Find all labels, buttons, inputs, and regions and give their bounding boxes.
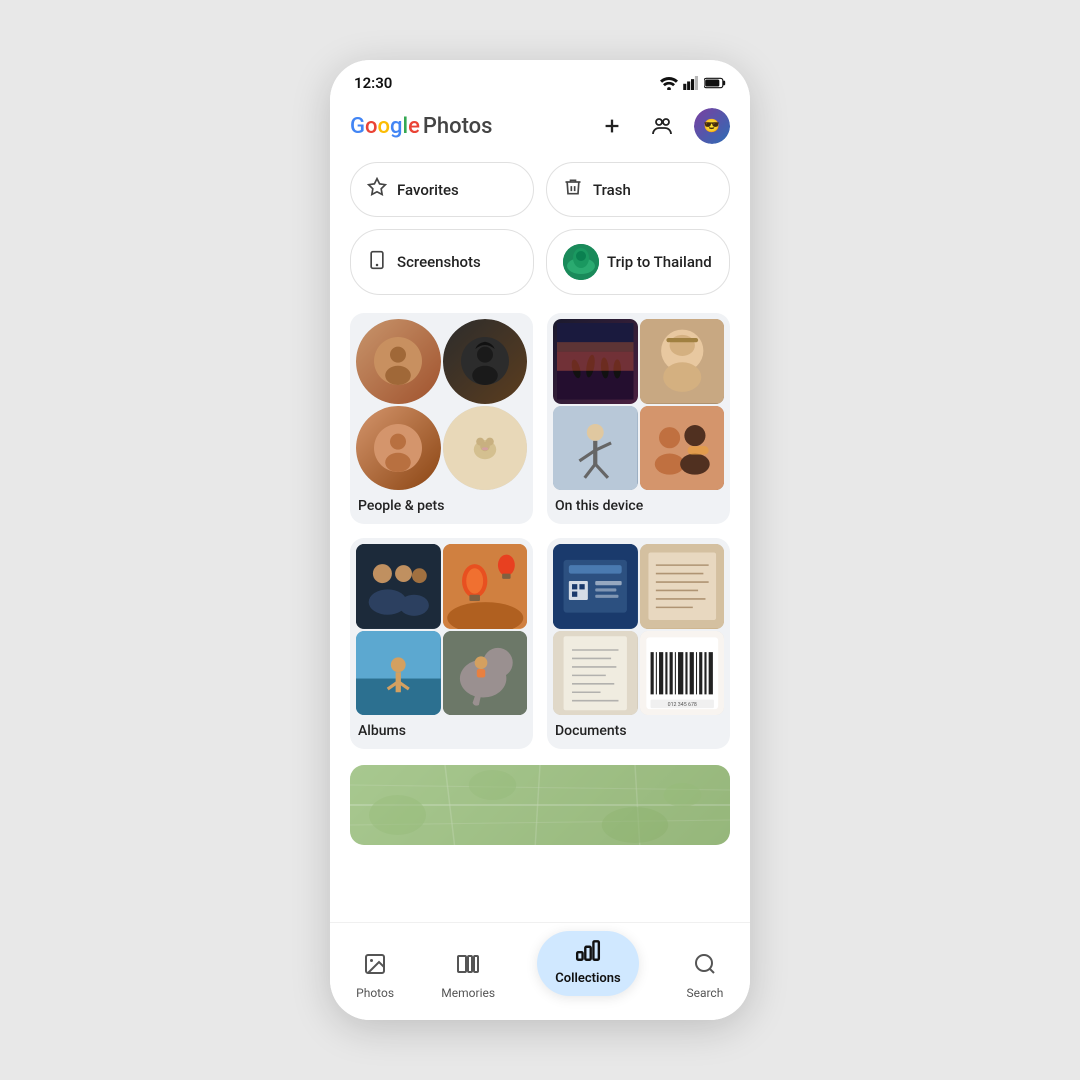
add-button[interactable] <box>594 108 630 144</box>
shared-albums-icon <box>650 114 674 138</box>
doc-photo-4: 012 345 678 <box>640 631 725 716</box>
on-this-device-card[interactable]: On this device <box>547 313 730 524</box>
main-content: Favorites Trash <box>330 154 750 922</box>
device-photo-2 <box>640 319 725 404</box>
doc-photo-3 <box>553 631 638 716</box>
screenshots-icon <box>367 250 387 275</box>
screenshots-button[interactable]: Screenshots <box>350 229 534 295</box>
trash-label: Trash <box>593 181 631 199</box>
collections-nav-icon <box>575 937 601 969</box>
person-photo-3 <box>356 406 441 491</box>
people-pets-photos <box>350 313 533 490</box>
device-photo-4 <box>640 406 725 491</box>
nav-collections[interactable]: Collections <box>521 931 654 1004</box>
add-icon <box>601 115 623 137</box>
trip-thumbnail <box>563 244 599 280</box>
memories-nav-label: Memories <box>441 986 495 1000</box>
favorites-label: Favorites <box>397 181 459 199</box>
header-actions: 😎 <box>594 108 730 144</box>
screenshots-label: Screenshots <box>397 253 481 271</box>
documents-photos: 012 345 678 <box>547 538 730 715</box>
shared-albums-button[interactable] <box>644 108 680 144</box>
on-this-device-photos <box>547 313 730 490</box>
wifi-icon <box>660 76 678 90</box>
photos-nav-icon <box>363 952 387 982</box>
collections-bubble: Collections <box>537 931 638 996</box>
phone-shell: 12:30 G <box>330 60 750 1020</box>
albums-card[interactable]: Albums <box>350 538 533 749</box>
quick-buttons-grid: Favorites Trash <box>350 162 730 295</box>
battery-icon <box>704 76 726 90</box>
avatar-image: 😎 <box>694 108 730 144</box>
bottom-nav: Photos Memories <box>330 922 750 1020</box>
memories-nav-icon <box>456 952 480 982</box>
people-pets-card[interactable]: People & pets <box>350 313 533 524</box>
person-photo-2 <box>443 319 528 404</box>
pet-photo <box>443 406 528 491</box>
signal-icon <box>683 76 699 90</box>
on-this-device-label: On this device <box>547 490 730 524</box>
status-icons <box>660 76 726 90</box>
album-photo-4 <box>443 631 528 716</box>
trip-thailand-button[interactable]: Trip to Thailand <box>546 229 730 295</box>
svg-text:012 345 678: 012 345 678 <box>667 701 696 707</box>
device-photo-3 <box>553 406 638 491</box>
albums-photos <box>350 538 533 715</box>
app-logo: Google Photos <box>350 114 492 139</box>
photos-nav-label: Photos <box>356 986 394 1000</box>
nav-search[interactable]: Search <box>665 948 745 1004</box>
search-nav-icon <box>693 952 717 982</box>
google-text: Google <box>350 114 420 139</box>
person-photo-1 <box>356 319 441 404</box>
categories-grid: People & pets <box>350 313 730 749</box>
star-icon <box>367 177 387 202</box>
search-nav-label: Search <box>686 986 723 1000</box>
doc-photo-2 <box>640 544 725 629</box>
nav-memories[interactable]: Memories <box>425 948 511 1004</box>
collections-nav-label: Collections <box>555 971 620 986</box>
favorites-button[interactable]: Favorites <box>350 162 534 217</box>
avatar[interactable]: 😎 <box>694 108 730 144</box>
trash-button[interactable]: Trash <box>546 162 730 217</box>
albums-label: Albums <box>350 715 533 749</box>
documents-label: Documents <box>547 715 730 749</box>
app-header: Google Photos 😎 <box>330 98 750 154</box>
status-time: 12:30 <box>354 74 392 92</box>
album-photo-2 <box>443 544 528 629</box>
doc-photo-1 <box>553 544 638 629</box>
album-photo-3 <box>356 631 441 716</box>
nav-photos[interactable]: Photos <box>335 948 415 1004</box>
trash-icon <box>563 177 583 202</box>
device-photo-1 <box>553 319 638 404</box>
album-photo-1 <box>356 544 441 629</box>
people-pets-label: People & pets <box>350 490 533 524</box>
trip-thailand-label: Trip to Thailand <box>607 253 712 271</box>
photos-text: Photos <box>423 114 493 139</box>
status-bar: 12:30 <box>330 60 750 98</box>
documents-card[interactable]: 012 345 678 Documents <box>547 538 730 749</box>
map-partial[interactable] <box>350 765 730 845</box>
